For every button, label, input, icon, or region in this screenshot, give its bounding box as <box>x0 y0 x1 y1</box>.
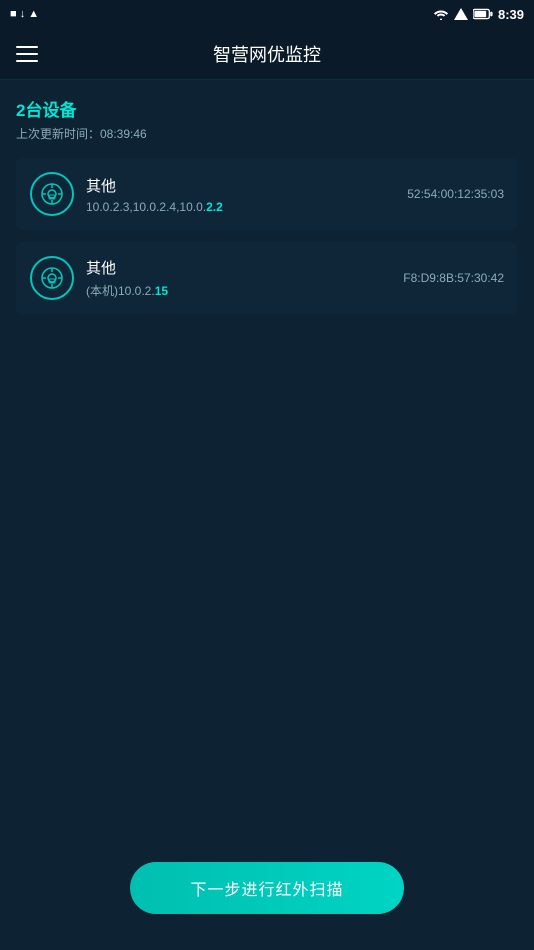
device-info-1: 其他 10.0.2.3,10.0.2.4,10.0.2.2 <box>86 175 407 214</box>
device-card-2[interactable]: 其他 (本机)10.0.2.15 F8:D9:8B:57:30:42 <box>16 242 518 314</box>
device-meta-2: F8:D9:8B:57:30:42 <box>403 271 504 285</box>
next-step-button[interactable]: 下一步进行红外扫描 <box>130 862 403 914</box>
device-svg-2 <box>39 265 65 291</box>
last-update-label: 上次更新时间：08:39:46 <box>16 125 518 142</box>
device-info-2: 其他 (本机)10.0.2.15 <box>86 257 403 299</box>
app-title: 智营网优监控 <box>213 41 321 67</box>
device-count-label: 2台设备 <box>16 96 518 121</box>
device-name-1: 其他 <box>86 175 407 196</box>
app-header: 智营网优监控 <box>0 28 534 80</box>
device-mac-1: 52:54:00:12:35:03 <box>407 187 504 201</box>
signal-icon <box>454 8 468 20</box>
status-bar-left: ■ ↓ ▲ <box>10 8 39 20</box>
device-icon-1 <box>30 172 74 216</box>
status-bar-right: 8:39 <box>433 7 524 22</box>
device-name-2: 其他 <box>86 257 403 278</box>
wifi-icon <box>433 8 449 20</box>
status-bar: ■ ↓ ▲ 8:39 <box>0 0 534 28</box>
main-content: 2台设备 上次更新时间：08:39:46 其他 10.0.2.3,10.0.2.… <box>0 80 534 314</box>
device-mac-2: F8:D9:8B:57:30:42 <box>403 271 504 285</box>
android-icons: ■ ↓ ▲ <box>10 8 39 20</box>
battery-icon <box>473 8 493 20</box>
device-svg-1 <box>39 181 65 207</box>
menu-button[interactable] <box>16 46 38 62</box>
device-ip-2: (本机)10.0.2.15 <box>86 282 403 299</box>
device-icon-2 <box>30 256 74 300</box>
device-meta-1: 52:54:00:12:35:03 <box>407 187 504 201</box>
time-display: 8:39 <box>498 7 524 22</box>
device-card-1[interactable]: 其他 10.0.2.3,10.0.2.4,10.0.2.2 52:54:00:1… <box>16 158 518 230</box>
bottom-button-area: 下一步进行红外扫描 <box>0 862 534 914</box>
device-ip-1: 10.0.2.3,10.0.2.4,10.0.2.2 <box>86 200 407 214</box>
